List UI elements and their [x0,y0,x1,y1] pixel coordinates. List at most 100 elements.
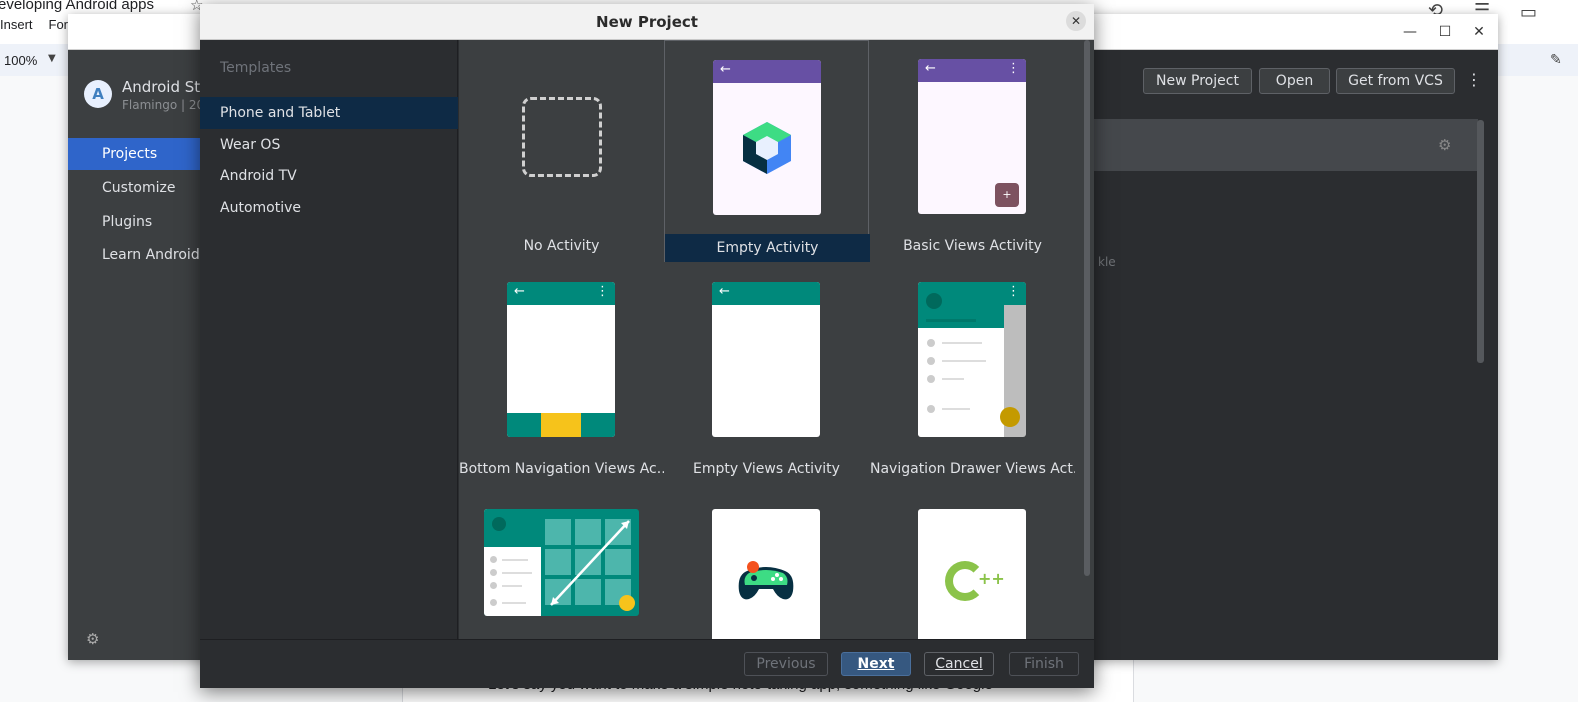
open-button[interactable]: Open [1259,68,1330,94]
bottom-nav-selected [541,413,581,437]
cpp-plus-icon: ++ [978,569,1005,588]
fab-plus-icon: + [995,183,1019,207]
project-list-panel[interactable] [1094,119,1478,171]
back-arrow-icon: ← [720,62,731,77]
edit-pencil-icon[interactable]: ✎ [1550,52,1562,68]
more-options-icon: ⋮ [1007,61,1020,76]
cancel-button-label: Cancel [935,656,983,672]
template-label: Bottom Navigation Views Ac... [459,461,664,477]
template-thumbnail: ++ [918,509,1026,639]
scrollbar[interactable] [1477,120,1484,363]
more-options-icon: ⋮ [596,284,609,299]
list-line [502,572,532,574]
finish-button[interactable]: Finish [1009,652,1079,676]
list-pane [484,509,541,616]
list-line [502,602,526,604]
next-button[interactable]: Next [841,652,911,676]
template-grid: No Activity ← Empty Activity ← ⋮ + Basic… [459,40,1094,639]
template-native-cpp[interactable]: ++ [870,486,1075,639]
more-options-icon[interactable]: ⋮ [1466,70,1482,89]
drawer-header-line [926,319,976,322]
template-thumbnail [712,509,820,639]
drawer-item-dot [927,375,935,383]
more-options-icon: ⋮ [1007,284,1020,299]
template-thumbnail [484,509,639,616]
template-label: Empty Activity [665,234,870,262]
get-from-vcs-button[interactable]: Get from VCS [1336,68,1455,94]
drawer-item-line [942,378,964,380]
list-line [502,559,528,561]
template-empty-views-activity[interactable]: ← Empty Views Activity [664,263,869,485]
dialog-title: New Project [596,13,698,31]
drawer-item-dot [927,357,935,365]
drawer-item-line [942,342,982,344]
resize-grid-icon [545,519,635,611]
template-responsive-views-activity[interactable] [459,486,664,639]
menu-insert[interactable]: Insert [0,17,33,32]
zoom-select[interactable]: 100% [4,53,37,68]
android-studio-logo: A [84,80,112,108]
new-project-button[interactable]: New Project [1143,68,1252,94]
maximize-icon[interactable]: ☐ [1435,22,1455,42]
template-thumbnail: ← [712,282,820,437]
drawer-item-dot [927,405,935,413]
next-button-label: Next [857,656,895,672]
list-dot [490,556,497,563]
drawer-item-line [942,360,986,362]
category-android-tv[interactable]: Android TV [200,160,458,192]
close-icon[interactable]: ✕ [1469,22,1489,42]
templates-heading: Templates [220,60,292,76]
app-name: Android Stu [122,78,210,96]
back-arrow-icon: ← [514,284,525,299]
drawer-item-dot [927,339,935,347]
template-no-activity[interactable]: No Activity [459,40,664,262]
avatar [926,293,942,309]
category-automotive[interactable]: Automotive [200,192,458,224]
template-thumbnail: ← [713,60,821,215]
template-empty-activity[interactable]: ← Empty Activity [664,40,870,262]
cancel-button[interactable]: Cancel [924,652,994,676]
template-basic-views-activity[interactable]: ← ⋮ + Basic Views Activity [870,40,1075,262]
video-call-icon[interactable]: ▭ [1520,2,1537,23]
back-arrow-icon: ← [925,61,936,76]
template-thumbnail: ← ⋮ [507,282,615,437]
document-title[interactable]: eveloping Android apps [0,0,154,13]
chevron-down-icon[interactable]: ▼ [48,53,56,64]
close-icon[interactable]: ✕ [1066,11,1086,31]
gamepad-icon [738,561,794,600]
template-thumbnail: ← ⋮ + [918,59,1026,214]
fab-icon [1000,407,1020,427]
avatar [492,517,506,531]
list-line [502,585,522,587]
template-navigation-drawer-views-activity[interactable]: ⋮ Navigation Drawer Views Act... [870,263,1075,485]
list-dot [490,599,497,606]
template-label: Empty Views Activity [693,461,840,477]
sidebar-item-plugins[interactable]: Plugins [68,206,200,238]
gear-icon[interactable]: ⚙ [86,630,99,648]
drawer-item-line [942,408,970,410]
previous-button[interactable]: Previous [744,652,828,676]
list-dot [490,569,497,576]
template-thumbnail: ⋮ [918,282,1026,437]
template-grid-scrollbar[interactable] [1084,40,1090,576]
template-label: No Activity [523,238,600,254]
app-version: Flamingo | 20 [122,98,205,112]
template-label: Navigation Drawer Views Act... [870,461,1075,477]
empty-placeholder-icon [522,97,602,177]
template-game-activity[interactable] [664,486,869,639]
category-phone-and-tablet[interactable]: Phone and Tablet [200,97,458,129]
minimize-icon[interactable]: — [1400,22,1420,42]
compose-logo-icon [743,122,791,174]
sidebar-item-projects[interactable]: Projects [68,138,200,170]
template-bottom-navigation-views-activity[interactable]: ← ⋮ Bottom Navigation Views Ac... [459,263,664,485]
panel-gear-icon[interactable]: ⚙ [1438,136,1451,154]
list-dot [490,582,497,589]
new-project-dialog: New Project ✕ Templates Phone and Tablet… [200,4,1094,688]
category-wear-os[interactable]: Wear OS [200,129,458,161]
faded-text: kle [1098,255,1116,269]
nav-drawer [918,282,1004,437]
sidebar-item-learn[interactable]: Learn Android [68,239,200,271]
sidebar-item-customize[interactable]: Customize [68,172,200,204]
template-label: Basic Views Activity [903,238,1042,254]
back-arrow-icon: ← [719,284,730,299]
